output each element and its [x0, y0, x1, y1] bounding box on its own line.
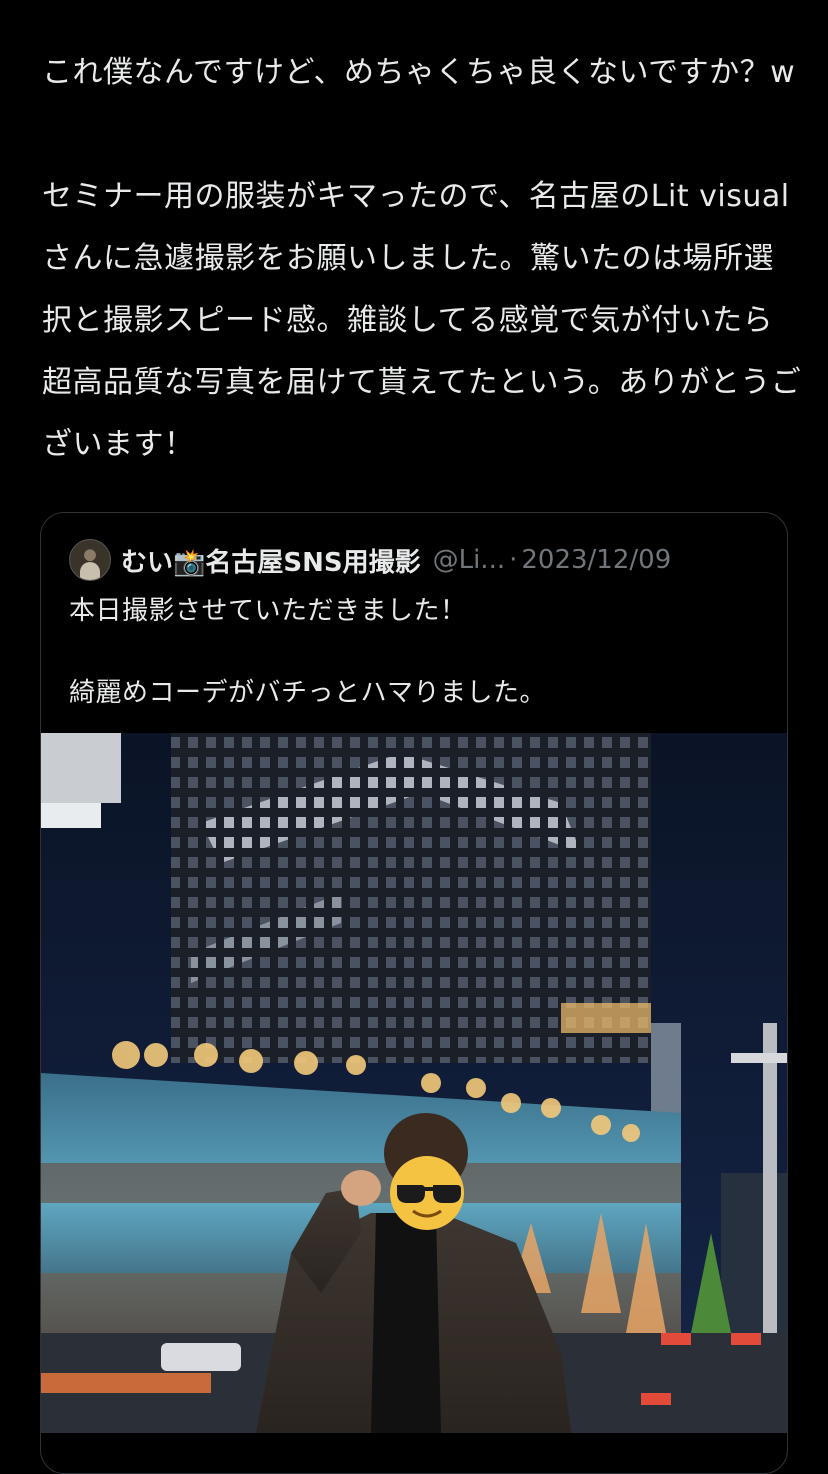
quoted-tweet-photo[interactable] — [41, 733, 787, 1433]
quoted-display-name[interactable]: むい📸名古屋SNS用撮影 — [121, 542, 421, 579]
quoted-tweet-header: むい📸名古屋SNS用撮影 @Li... · 2023/12/09 — [69, 539, 671, 581]
quoted-tweet-text: 本日撮影させていただきました！ 綺麗めコーデがバチっとハマりました。 — [69, 596, 547, 708]
quoted-handle[interactable]: @Li... — [433, 545, 506, 575]
tweet: これ僕なんですけど、めちゃくちゃ良くないですか？w セミナー用の服装がキマったの… — [0, 0, 828, 1474]
quoted-date[interactable]: 2023/12/09 — [521, 545, 671, 575]
avatar[interactable] — [69, 539, 111, 581]
night-city-photo — [41, 733, 787, 1433]
tweet-text: これ僕なんですけど、めちゃくちゃ良くないですか？w セミナー用の服装がキマったの… — [42, 55, 802, 462]
quoted-tweet-card[interactable]: むい📸名古屋SNS用撮影 @Li... · 2023/12/09 本日撮影させて… — [40, 512, 788, 1474]
separator-dot: · — [509, 545, 518, 575]
